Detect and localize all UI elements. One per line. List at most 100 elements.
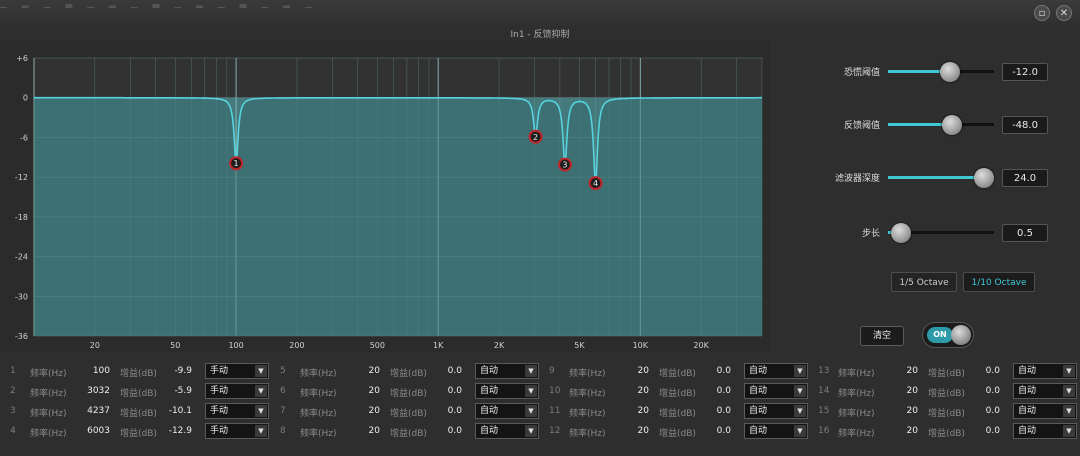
gain-label: 增益(dB): [659, 409, 696, 419]
gain-label: 增益(dB): [928, 369, 965, 379]
freq-value[interactable]: 100: [76, 366, 110, 376]
mode-select[interactable]: 自动 ▼: [744, 403, 808, 419]
panic-threshold-slider[interactable]: [888, 62, 994, 82]
gain-value[interactable]: 0.0: [697, 386, 731, 396]
filter-depth-slider[interactable]: [888, 168, 994, 188]
filter-index: 6: [280, 386, 286, 396]
freq-label: 频率(Hz): [30, 369, 67, 379]
gain-value[interactable]: 0.0: [697, 366, 731, 376]
freq-value[interactable]: 20: [615, 366, 649, 376]
gain-value[interactable]: -10.1: [158, 406, 192, 416]
freq-value[interactable]: 3032: [76, 386, 110, 396]
y-tick-label: -6: [20, 133, 28, 142]
freq-value[interactable]: 4237: [76, 406, 110, 416]
chevron-down-icon: ▼: [1063, 365, 1075, 377]
mode-select[interactable]: 自动 ▼: [1013, 403, 1077, 419]
mode-select[interactable]: 手动 ▼: [205, 363, 269, 379]
filter-index: 3: [10, 406, 16, 416]
mode-select[interactable]: 自动 ▼: [744, 423, 808, 439]
panic-threshold-value[interactable]: -12.0: [1002, 63, 1048, 81]
on-off-toggle[interactable]: ON: [922, 322, 974, 348]
step-size-slider[interactable]: [888, 223, 994, 243]
y-tick-label: -12: [15, 173, 28, 182]
gain-label: 增益(dB): [120, 409, 157, 419]
gain-value[interactable]: 0.0: [966, 406, 1000, 416]
mode-select[interactable]: 自动 ▼: [475, 363, 539, 379]
gain-label: 增益(dB): [928, 389, 965, 399]
filter-index: 16: [818, 426, 830, 436]
eq-response-graph[interactable]: +6 0 -6 -12 -18 -24 -30 -36 20 50 100 200 500 1K 2K 5K 1…: [0, 40, 770, 352]
chevron-down-icon: ▼: [255, 425, 267, 437]
mode-select[interactable]: 自动 ▼: [1013, 423, 1077, 439]
gain-label: 增益(dB): [659, 429, 696, 439]
chevron-down-icon: ▼: [255, 405, 267, 417]
gain-value[interactable]: 0.0: [966, 426, 1000, 436]
freq-label: 频率(Hz): [300, 369, 337, 379]
freq-value[interactable]: 20: [346, 366, 380, 376]
slider-knob[interactable]: [890, 223, 911, 243]
mode-select[interactable]: 手动 ▼: [205, 423, 269, 439]
mode-select[interactable]: 自动 ▼: [475, 403, 539, 419]
octave-1-5-button[interactable]: 1/5 Octave: [891, 272, 957, 292]
gain-value[interactable]: 0.0: [428, 386, 462, 396]
freq-value[interactable]: 20: [884, 366, 918, 376]
gain-value[interactable]: -12.9: [158, 426, 192, 436]
freq-value[interactable]: 6003: [76, 426, 110, 436]
mode-select[interactable]: 手动 ▼: [205, 383, 269, 399]
octave-1-10-button[interactable]: 1/10 Octave: [963, 272, 1035, 292]
freq-value[interactable]: 20: [615, 386, 649, 396]
filter-index: 12: [549, 426, 561, 436]
gain-value[interactable]: -9.9: [158, 366, 192, 376]
minimize-icon[interactable]: ▫: [1034, 5, 1050, 21]
freq-label: 频率(Hz): [838, 429, 875, 439]
gain-value[interactable]: 0.0: [966, 366, 1000, 376]
feedback-threshold-slider[interactable]: [888, 115, 994, 135]
clear-button[interactable]: 清空: [860, 326, 904, 346]
freq-label: 频率(Hz): [30, 429, 67, 439]
freq-label: 频率(Hz): [569, 369, 606, 379]
gain-value[interactable]: 0.0: [697, 426, 731, 436]
mode-select[interactable]: 自动 ▼: [1013, 383, 1077, 399]
close-icon[interactable]: ✕: [1056, 5, 1072, 21]
freq-value[interactable]: 20: [884, 426, 918, 436]
gain-value[interactable]: 0.0: [966, 386, 1000, 396]
chevron-down-icon: ▼: [525, 405, 537, 417]
mode-select[interactable]: 自动 ▼: [744, 363, 808, 379]
filter-index: 15: [818, 406, 830, 416]
slider-knob[interactable]: [942, 115, 963, 135]
freq-value[interactable]: 20: [884, 386, 918, 396]
freq-value[interactable]: 20: [884, 406, 918, 416]
mode-select[interactable]: 自动 ▼: [1013, 363, 1077, 379]
mode-select[interactable]: 手动 ▼: [205, 403, 269, 419]
y-tick-label: -36: [15, 332, 28, 341]
y-tick-label: -24: [15, 253, 28, 262]
freq-label: 频率(Hz): [569, 389, 606, 399]
freq-value[interactable]: 20: [346, 386, 380, 396]
gain-label: 增益(dB): [390, 389, 427, 399]
gain-value[interactable]: 0.0: [697, 406, 731, 416]
mode-select[interactable]: 自动 ▼: [475, 423, 539, 439]
gain-value[interactable]: 0.0: [428, 426, 462, 436]
mode-select[interactable]: 自动 ▼: [475, 383, 539, 399]
filter-index: 7: [280, 406, 286, 416]
freq-label: 频率(Hz): [838, 409, 875, 419]
freq-value[interactable]: 20: [346, 406, 380, 416]
filter-depth-value[interactable]: 24.0: [1002, 169, 1048, 187]
freq-value[interactable]: 20: [615, 426, 649, 436]
step-size-value[interactable]: 0.5: [1002, 224, 1048, 242]
freq-value[interactable]: 20: [615, 406, 649, 416]
freq-value[interactable]: 20: [346, 426, 380, 436]
slider-knob[interactable]: [939, 62, 960, 82]
gain-value[interactable]: 0.0: [428, 366, 462, 376]
gain-value[interactable]: 0.0: [428, 406, 462, 416]
slider-knob[interactable]: [974, 168, 994, 188]
x-tick-label: 1K: [433, 341, 444, 350]
toggle-knob[interactable]: [951, 325, 971, 345]
mode-select[interactable]: 自动 ▼: [744, 383, 808, 399]
filter-index: 2: [10, 386, 16, 396]
x-tick-label: 2K: [494, 341, 505, 350]
feedback-threshold-label: 反馈阈值: [843, 121, 880, 131]
gain-value[interactable]: -5.9: [158, 386, 192, 396]
notch-shade: [34, 97, 762, 336]
feedback-threshold-value[interactable]: -48.0: [1002, 116, 1048, 134]
